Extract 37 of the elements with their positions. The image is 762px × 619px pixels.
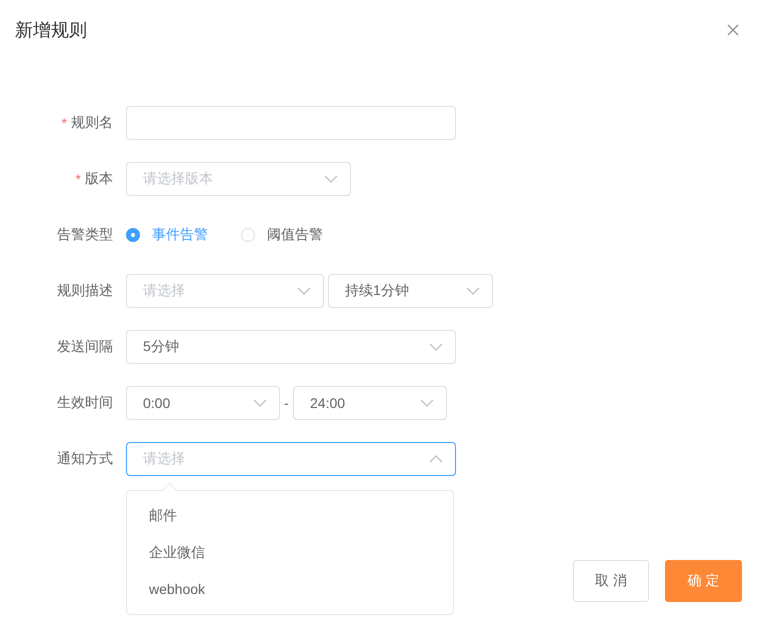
dropdown-option[interactable]: 邮件 (127, 497, 453, 534)
field-label: 规则名 (71, 114, 113, 132)
select-placeholder: 请选择版本 (143, 170, 213, 188)
radio-label[interactable]: 阈值告警 (267, 226, 323, 244)
chevron-down-icon (429, 343, 443, 351)
chevron-down-icon (297, 287, 311, 295)
select-value: 0:00 (143, 395, 170, 411)
dialog-title: 新增规则 (15, 19, 87, 41)
radio-button[interactable] (126, 228, 140, 242)
select-field[interactable]: 24:00 (293, 386, 447, 420)
dropdown-option[interactable]: webhook (127, 571, 453, 608)
chevron-down-icon (253, 399, 267, 407)
select-field[interactable]: 5分钟 (126, 330, 456, 364)
field-label: 发送间隔 (57, 338, 113, 356)
range-separator: - (284, 395, 289, 411)
select-placeholder: 请选择 (143, 450, 185, 468)
chevron-down-icon (420, 399, 434, 407)
dropdown-option[interactable]: 企业微信 (127, 534, 453, 571)
select-field[interactable]: 持续1分钟 (328, 274, 493, 308)
close-icon[interactable] (727, 24, 739, 36)
required-mark: * (62, 115, 67, 131)
field-label: 生效时间 (57, 394, 113, 412)
required-mark: * (76, 171, 81, 187)
select-placeholder: 请选择 (143, 282, 185, 300)
select-value: 持续1分钟 (345, 282, 409, 300)
cancel-button[interactable]: 取 消 (573, 560, 649, 602)
chevron-down-icon (466, 287, 480, 295)
chevron-down-icon (324, 175, 338, 183)
chevron-up-icon (429, 455, 443, 463)
field-label: 规则描述 (57, 282, 113, 300)
select-value: 24:00 (310, 395, 346, 411)
field-label: 通知方式 (57, 450, 113, 468)
field-label: 告警类型 (57, 226, 113, 244)
field-label: 版本 (85, 170, 113, 188)
select-field[interactable]: 0:00 (126, 386, 280, 420)
select-value: 5分钟 (143, 338, 179, 356)
text-input[interactable] (126, 106, 456, 140)
